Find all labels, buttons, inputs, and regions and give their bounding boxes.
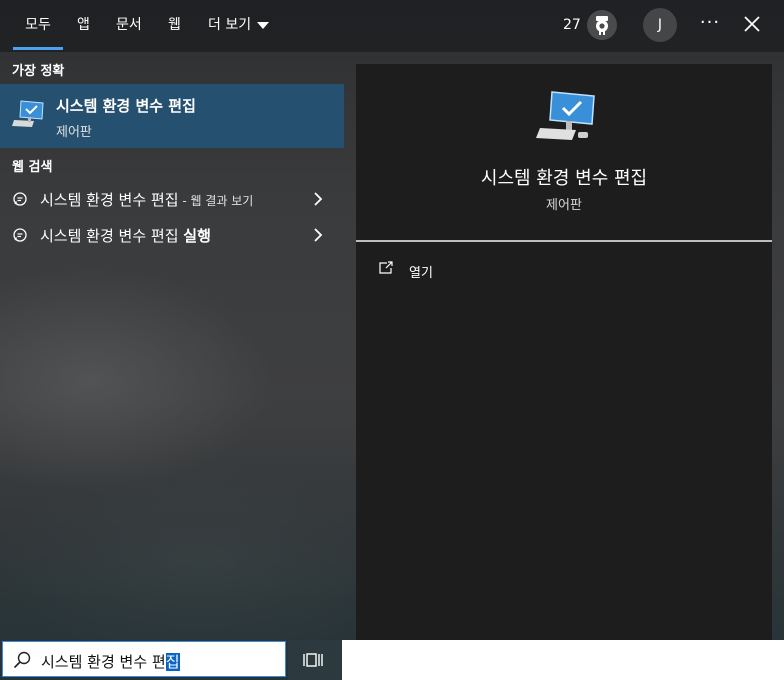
tab-more[interactable]: 더 보기	[208, 0, 270, 50]
search-web-icon	[12, 227, 28, 243]
tab-more-label: 더 보기	[208, 17, 252, 33]
open-external-icon	[378, 260, 394, 274]
taskbar-area	[342, 640, 784, 680]
tab-web[interactable]: 웹	[168, 0, 181, 50]
best-match-subtitle: 제어판	[56, 125, 92, 140]
search-input[interactable]: 시스템 환경 변수 편집	[2, 641, 286, 677]
caret-down-icon	[257, 21, 270, 29]
rewards-medal-icon[interactable]	[587, 10, 617, 40]
tab-apps[interactable]: 앱	[77, 0, 90, 50]
search-icon	[13, 651, 31, 669]
user-avatar[interactable]: J	[643, 8, 677, 42]
search-query-text: 시스템 환경 변수 편	[41, 653, 166, 671]
best-match-result[interactable]	[0, 84, 344, 148]
preview-divider	[356, 240, 772, 242]
web-result-item[interactable]: 시스템 환경 변수 편집 - 웹 결과 보기	[0, 182, 344, 216]
monitor-check-icon	[536, 88, 600, 146]
web-result-suffix: - 웹 결과 보기	[178, 194, 254, 208]
search-query: 시스템 환경 변수 편집	[41, 651, 180, 672]
tab-all[interactable]: 모두	[13, 0, 63, 50]
open-action[interactable]: 열기	[378, 260, 498, 282]
web-result-query: 시스템 환경 변수 편집	[40, 191, 179, 209]
more-options-icon[interactable]: ···	[697, 11, 723, 37]
web-result-text: 시스템 환경 변수 편집 실행	[40, 225, 211, 246]
task-view-icon[interactable]	[303, 651, 323, 669]
web-result-query: 시스템 환경 변수 편집	[40, 227, 184, 245]
rewards-points[interactable]: 27	[563, 0, 581, 50]
chevron-right-icon	[312, 227, 324, 243]
web-result-bold: 실행	[183, 227, 211, 245]
web-result-text: 시스템 환경 변수 편집 - 웹 결과 보기	[40, 189, 253, 210]
close-icon[interactable]	[740, 12, 764, 36]
taskbar-segment	[288, 640, 342, 680]
search-web-icon	[12, 191, 28, 207]
web-result-item[interactable]: 시스템 환경 변수 편집 실행	[0, 218, 344, 252]
preview-title: 시스템 환경 변수 편집	[480, 168, 648, 189]
chevron-right-icon	[312, 191, 324, 207]
preview-subtitle: 제어판	[546, 198, 582, 213]
monitor-check-icon	[12, 98, 46, 132]
open-action-label: 열기	[409, 266, 433, 281]
preview-panel: 시스템 환경 변수 편집 제어판 열기	[356, 64, 772, 640]
best-match-heading: 가장 정확	[12, 64, 65, 79]
search-query-selected: 집	[165, 653, 180, 671]
search-top-bar: 모두 앱 문서 웹 더 보기 27 J ···	[0, 0, 784, 52]
best-match-name: 시스템 환경 변수 편집	[56, 97, 196, 115]
tab-documents[interactable]: 문서	[116, 0, 142, 50]
web-search-heading: 웹 검색	[12, 160, 53, 175]
